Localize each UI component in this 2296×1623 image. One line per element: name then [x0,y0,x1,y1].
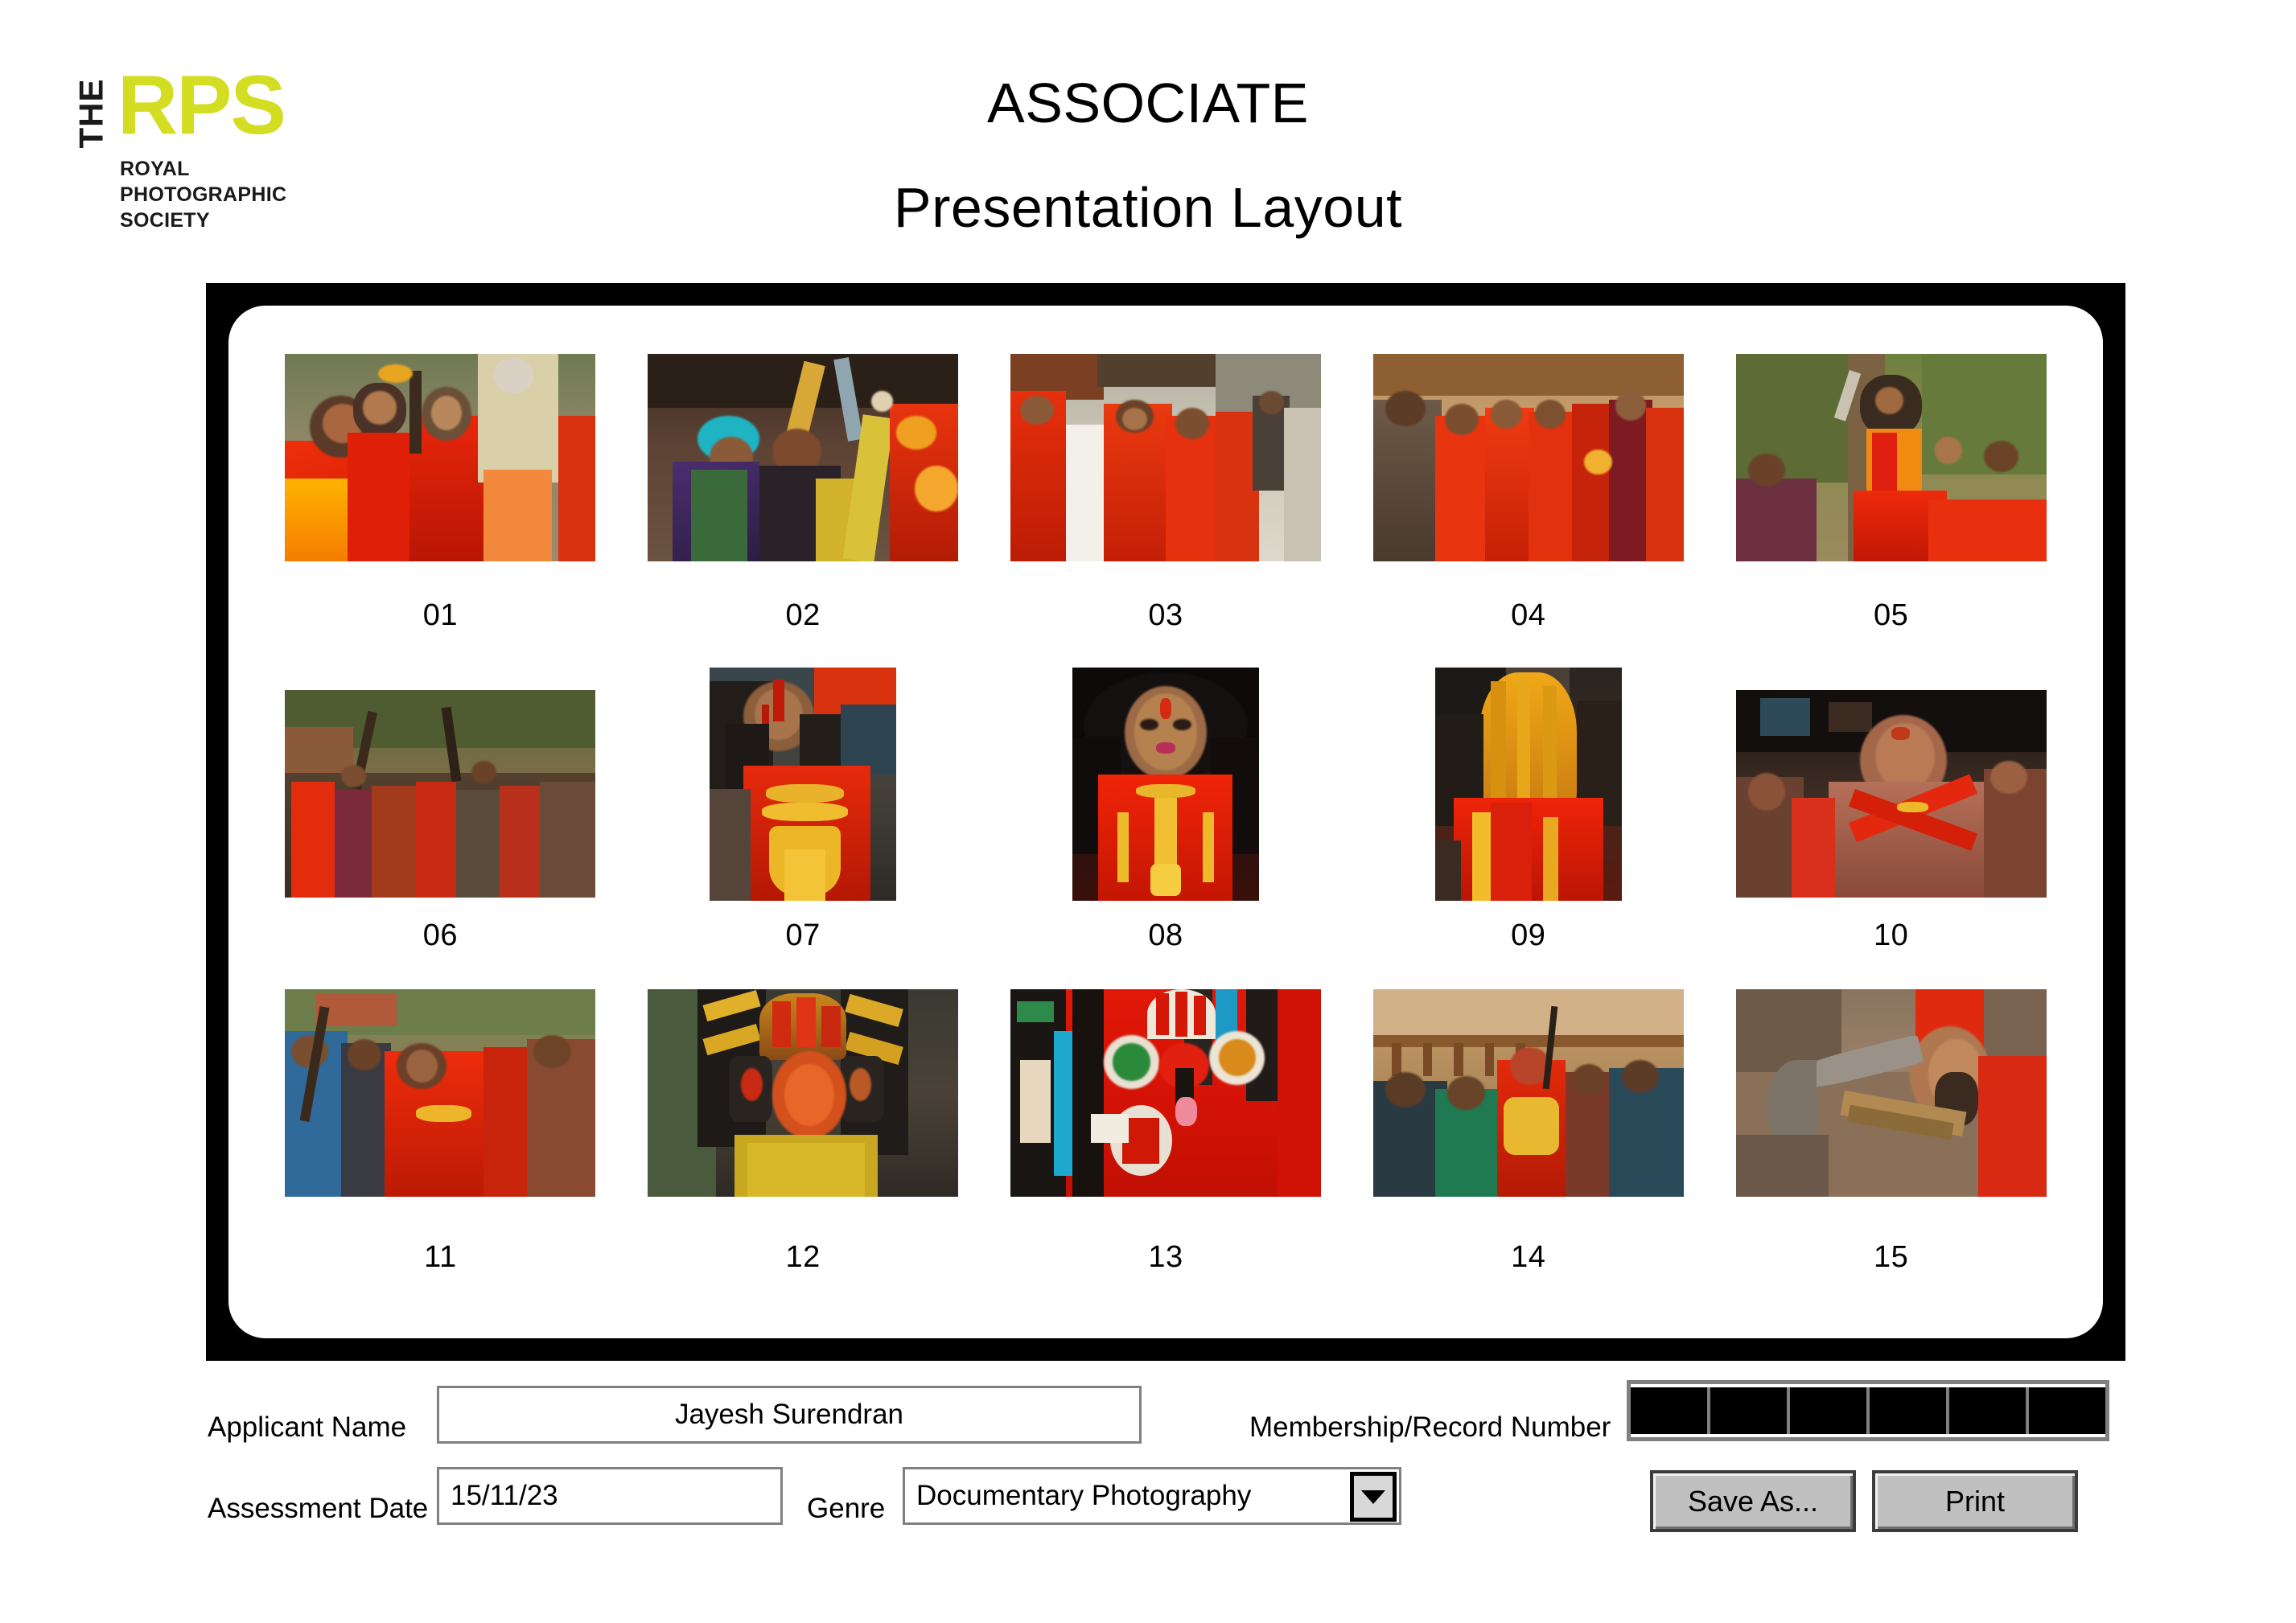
comb-cell [1631,1387,1710,1434]
thumbnail-06[interactable] [285,690,596,898]
chevron-down-icon[interactable] [1350,1472,1397,1522]
thumbnail-wrap [1072,668,1259,901]
thumbnail-wrap [1735,668,2047,901]
page-title: ASSOCIATE [987,72,1309,134]
caption-14: 14 [1511,1240,1546,1274]
grid-row-2: 06 07 08 09 10 [259,668,2072,973]
grid-cell-05[interactable]: 05 [1710,354,2072,651]
thumbnail-11[interactable] [285,989,596,1197]
grid-cell-11[interactable]: 11 [259,989,622,1295]
page-subtitle: Presentation Layout [893,176,1403,239]
comb-cell [1870,1387,1949,1434]
assessment-date-label: Assessment Date [208,1493,429,1524]
thumbnail-08[interactable] [1072,668,1259,901]
thumbnail-wrap [1372,354,1684,581]
thumbnail-wrap [285,989,596,1222]
thumbnail-wrap [1735,989,2047,1222]
caption-12: 12 [785,1240,821,1274]
caption-08: 08 [1148,918,1183,952]
grid-cell-12[interactable]: 12 [622,989,985,1295]
thumbnail-13[interactable] [1010,989,1321,1197]
caption-11: 11 [424,1240,457,1274]
thumbnail-wrap [1735,354,2047,581]
thumbnail-wrap [1434,668,1622,901]
grid-cell-03[interactable]: 03 [985,354,1348,651]
thumbnail-02[interactable] [648,354,959,561]
caption-10: 10 [1873,918,1909,952]
caption-06: 06 [422,918,459,952]
thumbnail-05[interactable] [1735,354,2047,561]
grid-cell-04[interactable]: 04 [1347,354,1710,651]
grid-cell-01[interactable]: 01 [259,354,622,651]
caption-04: 04 [1511,598,1546,632]
thumbnail-wrap [648,354,959,581]
comb-cell [1790,1387,1870,1434]
grid-row-3: 11 12 13 14 15 [259,989,2072,1295]
print-button[interactable]: Print [1872,1470,2078,1532]
thumbnail-14[interactable] [1372,989,1684,1197]
thumbnail-wrap [1010,989,1321,1222]
caption-02: 02 [785,598,821,632]
caption-13: 13 [1148,1240,1183,1274]
genre-select[interactable]: Documentary Photography [903,1467,1401,1525]
caption-09: 09 [1511,918,1546,952]
grid-cell-10[interactable]: 10 [1710,668,2072,973]
membership-record-number-input[interactable] [1627,1380,2109,1441]
thumbnail-wrap [285,668,596,901]
grid-cell-14[interactable]: 14 [1347,989,1710,1295]
grid-cell-07[interactable]: 07 [622,668,985,973]
grid-cell-08[interactable]: 08 [985,668,1348,973]
comb-cell [1949,1387,2029,1434]
save-as-button[interactable]: Save As... [1650,1470,1856,1532]
thumbnail-wrap [1010,354,1321,581]
caption-07: 07 [785,918,821,952]
genre-selected-value: Documentary Photography [916,1480,1252,1511]
thumbnail-wrap [648,989,959,1222]
grid-cell-09[interactable]: 09 [1347,668,1710,973]
grid-cell-13[interactable]: 13 [985,989,1348,1295]
caption-15: 15 [1873,1240,1909,1274]
thumbnail-10[interactable] [1735,690,2047,898]
presentation-frame: 01 02 03 04 05 06 07 08 09 10 11 12 13 1… [206,283,2125,1361]
caption-03: 03 [1148,598,1183,632]
applicant-name-input[interactable]: Jayesh Surendran [437,1386,1142,1444]
membership-record-number-label: Membership/Record Number [1249,1411,1611,1443]
caption-01: 01 [422,598,459,632]
caption-05: 05 [1873,598,1909,632]
grid-cell-06[interactable]: 06 [259,668,622,973]
thumbnail-12[interactable] [648,989,959,1197]
thumbnail-07[interactable] [710,668,897,901]
thumbnail-wrap [1372,989,1684,1222]
thumbnail-01[interactable] [285,354,596,561]
grid-row-1: 01 02 03 04 05 [259,354,2072,651]
applicant-name-label: Applicant Name [208,1411,407,1443]
thumbnail-wrap [710,668,897,901]
image-grid: 01 02 03 04 05 06 07 08 09 10 11 12 13 1… [259,354,2072,1295]
thumbnail-09[interactable] [1434,668,1622,901]
thumbnail-04[interactable] [1372,354,1684,561]
thumbnail-15[interactable] [1735,989,2047,1197]
presentation-panel: 01 02 03 04 05 06 07 08 09 10 11 12 13 1… [228,306,2103,1338]
thumbnail-03[interactable] [1010,354,1321,561]
comb-cell [2029,1387,2105,1434]
thumbnail-wrap [285,354,596,581]
genre-label: Genre [807,1493,886,1524]
comb-field [1631,1384,2105,1437]
assessment-date-input[interactable]: 15/11/23 [437,1467,783,1525]
grid-cell-02[interactable]: 02 [622,354,985,651]
grid-cell-15[interactable]: 15 [1710,989,2072,1295]
comb-cell [1710,1387,1790,1434]
